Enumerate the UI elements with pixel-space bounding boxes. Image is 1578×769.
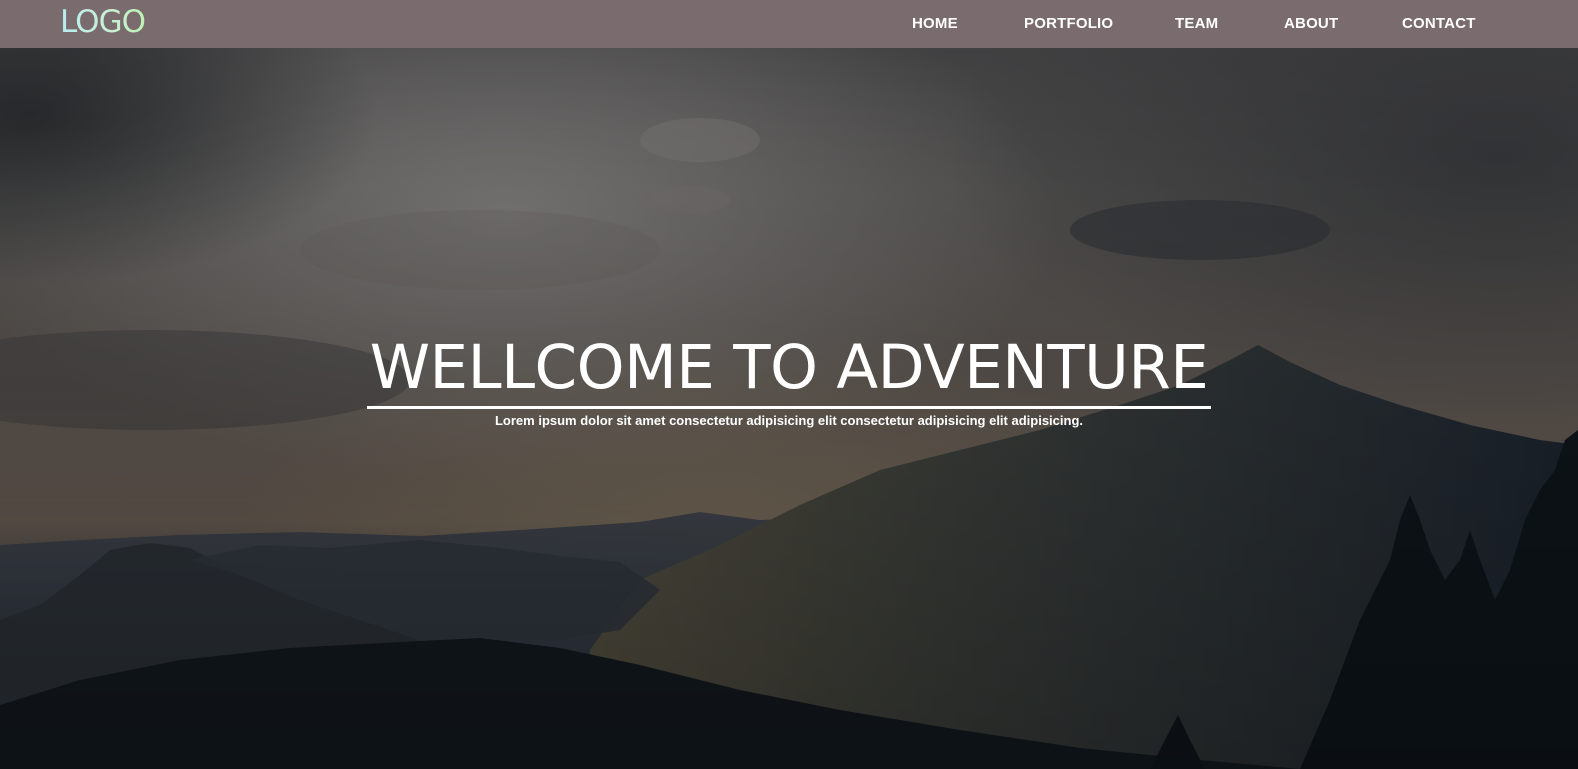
nav-home-link[interactable]: HOME: [912, 15, 958, 32]
nav-contact-link[interactable]: CONTACT: [1402, 15, 1476, 32]
hero-section: WELLCOME TO ADVENTURE Lorem ipsum dolor …: [0, 330, 1578, 428]
hero-subtitle: Lorem ipsum dolor sit amet consectetur a…: [494, 413, 1083, 428]
main-nav: HOME PORTFOLIO TEAM ABOUT CONTACT: [0, 0, 1578, 48]
nav-team-link[interactable]: TEAM: [1175, 15, 1218, 32]
navbar: LOGO HOME PORTFOLIO TEAM ABOUT CONTACT: [0, 0, 1578, 48]
nav-about-link[interactable]: ABOUT: [1284, 15, 1338, 32]
landing-page: LOGO HOME PORTFOLIO TEAM ABOUT CONTACT W…: [0, 0, 1578, 769]
nav-portfolio-link[interactable]: PORTFOLIO: [1024, 15, 1113, 32]
hero-title: WELLCOME TO ADVENTURE: [366, 330, 1212, 409]
